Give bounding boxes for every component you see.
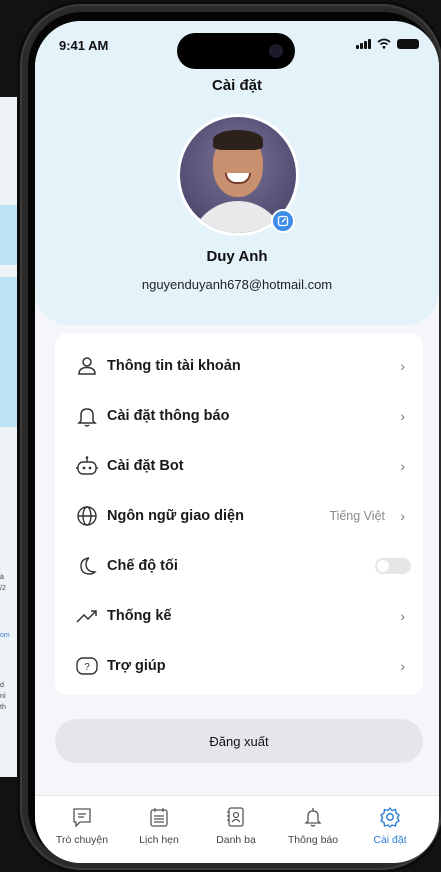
tab-appointments[interactable]: Lịch hẹn [120,804,198,854]
user-icon [75,354,99,378]
tab-label: Trò chuyện [55,834,109,846]
bot-icon [75,454,99,478]
language-value: Tiếng Việt [329,509,385,523]
svg-text:?: ? [84,662,90,673]
tab-settings[interactable]: Cài đặt [351,804,429,854]
settings-menu: Thông tin tài khoản › Cài đặt thông báo … [55,333,423,695]
profile-email: nguyenduyanh678@hotmail.com [141,277,333,292]
logout-button[interactable]: Đăng xuất [55,719,423,763]
settings-icon [380,807,400,828]
menu-item-label: Thống kế [107,608,172,624]
menu-item-bot-settings[interactable]: Cài đặt Bot › [55,441,423,491]
tab-label: Danh bạ [216,834,256,846]
profile-header: 9:41 AM Cài đặt Duy Anh nguyenduyanh678@… [35,21,439,325]
background-app-text: nì [0,693,6,700]
help-icon: ? [75,654,99,678]
tab-contacts[interactable]: Danh bạ [197,804,275,854]
tab-label: Cài đặt [373,834,407,846]
camera-icon [269,44,283,58]
moon-icon [75,554,99,578]
tab-label: Lịch hẹn [139,834,179,846]
chevron-right-icon: › [400,508,405,524]
calendar-icon [150,808,168,827]
trend-icon [75,604,99,628]
wifi-icon [377,38,391,49]
menu-item-label: Cài đặt Bot [107,458,184,474]
background-app-text: /2 [0,585,6,592]
profile-name: Duy Anh [206,248,268,265]
background-app-text: om [0,632,10,639]
menu-item-label: Thông tin tài khoản [107,358,241,374]
chevron-right-icon: › [400,408,405,424]
background-app-text: th [0,704,6,711]
menu-item-interface-language[interactable]: Ngôn ngữ giao diện Tiếng Việt › [55,491,423,541]
bell-icon [304,808,322,827]
menu-item-account-info[interactable]: Thông tin tài khoản › [55,341,423,391]
menu-item-label: Cài đặt thông báo [107,408,230,424]
menu-item-notification-settings[interactable]: Cài đặt thông báo › [55,391,423,441]
menu-item-statistics[interactable]: Thống kế › [55,591,423,641]
status-time: 9:41 AM [59,38,109,53]
edit-icon [277,215,289,227]
tab-chat[interactable]: Trò chuyện [43,804,121,854]
dark-mode-toggle[interactable] [375,558,411,574]
status-icons [356,38,419,49]
background-app-text: d [0,682,4,689]
menu-item-dark-mode: Chế độ tối [55,541,423,591]
tab-label: Thông báo [287,834,339,846]
tab-notifications[interactable]: Thông báo [274,804,352,854]
globe-icon [75,504,99,528]
menu-item-label: Chế độ tối [107,558,178,574]
background-app-text: à [0,574,4,581]
chevron-right-icon: › [400,358,405,374]
settings-screen: 9:41 AM Cài đặt Duy Anh nguyenduyanh678@… [35,21,439,863]
bottom-tab-bar: Trò chuyện Lịch hẹn Danh bạ Thông báo Cà… [35,795,439,863]
menu-item-help[interactable]: ? Trợ giúp › [55,641,423,691]
chevron-right-icon: › [400,658,405,674]
edit-avatar-button[interactable] [271,209,295,233]
signal-icon [356,38,371,49]
battery-icon [397,38,419,49]
chat-icon [73,808,91,828]
bell-icon [75,404,99,428]
contacts-icon [227,807,244,827]
menu-item-label: Trợ giúp [107,658,166,674]
page-title: Cài đặt [211,77,262,94]
chevron-right-icon: › [400,608,405,624]
chevron-right-icon: › [400,458,405,474]
menu-item-label: Ngôn ngữ giao diện [107,508,244,524]
dynamic-island [177,33,295,69]
